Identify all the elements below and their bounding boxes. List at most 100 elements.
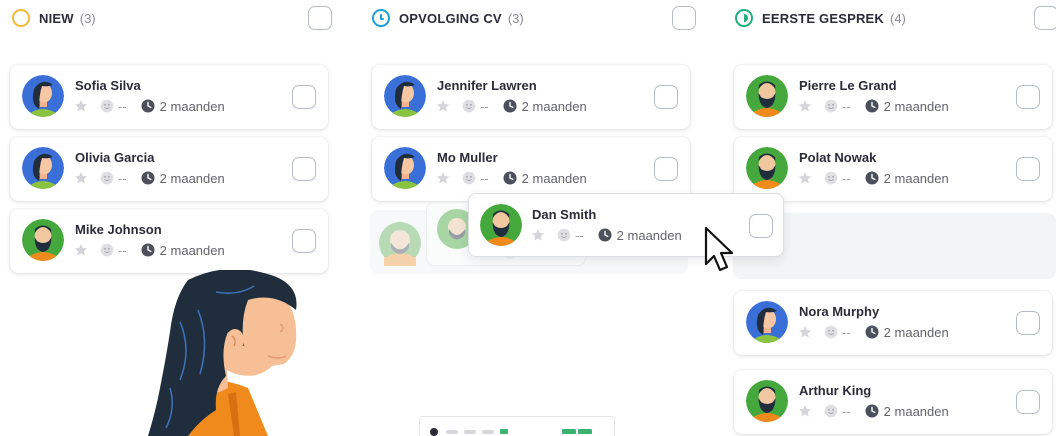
candidate-card[interactable]: Arthur King -- 2 maanden — [734, 370, 1052, 434]
duration-text: 2 maanden — [159, 242, 225, 258]
rating-value: -- — [118, 242, 127, 258]
column-header-followup: OPVOLGING CV (3) — [372, 6, 524, 30]
candidate-card[interactable]: Nora Murphy -- 2 maanden — [734, 291, 1052, 355]
avatar — [746, 301, 788, 343]
star-icon[interactable] — [74, 99, 88, 113]
smiley-icon — [462, 171, 476, 185]
rating-value: -- — [118, 98, 127, 114]
select-checkbox[interactable] — [749, 214, 773, 238]
candidate-card[interactable]: Polat Nowak -- 2 maanden — [734, 137, 1052, 201]
avatar — [480, 204, 522, 246]
column-select-checkbox-new[interactable] — [308, 6, 332, 30]
clock-icon — [598, 228, 612, 242]
clock-icon — [141, 99, 155, 113]
avatar — [746, 75, 788, 117]
duration-text: 2 maanden — [883, 403, 949, 419]
star-icon[interactable] — [798, 99, 812, 113]
candidate-card[interactable]: Sofia Silva -- 2 maanden — [10, 65, 328, 129]
candidate-meta: -- 2 maanden — [74, 98, 225, 114]
smiley-icon — [824, 99, 838, 113]
clock-icon — [503, 171, 517, 185]
candidate-name: Arthur King — [799, 383, 872, 398]
duration-text: 2 maanden — [521, 170, 587, 186]
candidate-card[interactable]: Mo Muller -- 2 maanden — [372, 137, 690, 201]
candidate-name: Nora Murphy — [799, 304, 880, 319]
select-checkbox[interactable] — [1016, 390, 1040, 414]
avatar — [22, 147, 64, 189]
column-header-new: NIEW (3) — [12, 6, 96, 30]
candidate-meta: -- 2 maanden — [74, 170, 225, 186]
avatar — [746, 147, 788, 189]
candidate-name: Dan Smith — [532, 207, 597, 222]
rating-value: -- — [842, 324, 851, 340]
select-checkbox[interactable] — [1016, 85, 1040, 109]
clock-icon — [865, 404, 879, 418]
candidate-meta: -- 2 maanden — [798, 98, 949, 114]
column-title: NIEW — [39, 10, 74, 26]
candidate-card[interactable]: Pierre Le Grand -- 2 maanden — [734, 65, 1052, 129]
duration-text: 2 maanden — [883, 324, 949, 340]
candidate-card[interactable]: Mike Johnson -- 2 maanden — [10, 209, 328, 273]
duration-text: 2 maanden — [159, 170, 225, 186]
rating-value: -- — [480, 170, 489, 186]
clock-icon — [865, 171, 879, 185]
clock-icon — [141, 243, 155, 257]
smiley-icon — [100, 243, 114, 257]
duration-text: 2 maanden — [521, 98, 587, 114]
select-checkbox[interactable] — [292, 85, 316, 109]
column-title: EERSTE GESPREK — [762, 10, 884, 26]
select-checkbox[interactable] — [654, 85, 678, 109]
select-checkbox[interactable] — [292, 229, 316, 253]
column-header-interview: EERSTE GESPREK (4) — [735, 6, 906, 30]
star-icon[interactable] — [436, 171, 450, 185]
candidate-card[interactable]: Jennifer Lawren -- 2 maanden — [372, 65, 690, 129]
rating-value: -- — [842, 403, 851, 419]
smiley-icon — [100, 171, 114, 185]
duration-text: 2 maanden — [159, 98, 225, 114]
candidate-card[interactable]: Olivia Garcia -- 2 maanden — [10, 137, 328, 201]
rating-value: -- — [575, 227, 584, 243]
column-select-checkbox-followup[interactable] — [672, 6, 696, 30]
candidate-name: Polat Nowak — [799, 150, 877, 165]
candidate-name: Olivia Garcia — [75, 150, 155, 165]
rating-value: -- — [118, 170, 127, 186]
clock-icon — [865, 99, 879, 113]
star-icon[interactable] — [798, 325, 812, 339]
smiley-icon — [824, 171, 838, 185]
candidate-name: Mo Muller — [437, 150, 498, 165]
candidate-meta: -- 2 maanden — [798, 403, 949, 419]
column-title: OPVOLGING CV — [399, 10, 502, 26]
smiley-icon — [824, 325, 838, 339]
avatar — [22, 75, 64, 117]
star-icon[interactable] — [798, 171, 812, 185]
avatar — [746, 380, 788, 422]
star-icon[interactable] — [74, 243, 88, 257]
select-checkbox[interactable] — [292, 157, 316, 181]
woman-illustration — [148, 270, 297, 436]
candidate-name: Jennifer Lawren — [437, 78, 537, 93]
candidate-name: Pierre Le Grand — [799, 78, 897, 93]
smiley-icon — [462, 99, 476, 113]
avatar — [384, 147, 426, 189]
column-select-checkbox-interview[interactable] — [1034, 6, 1056, 30]
mouse-pointer-icon — [704, 226, 734, 272]
app-preview-thumbnail — [419, 416, 615, 436]
star-icon[interactable] — [74, 171, 88, 185]
candidate-meta: -- 2 maanden — [436, 98, 587, 114]
column-count: (3) — [79, 10, 96, 26]
candidate-name: Sofia Silva — [75, 78, 141, 93]
candidate-name: Mike Johnson — [75, 222, 162, 237]
candidate-meta: -- 2 maanden — [531, 227, 682, 243]
star-icon[interactable] — [798, 404, 812, 418]
smiley-icon — [824, 404, 838, 418]
star-icon[interactable] — [436, 99, 450, 113]
candidate-meta: -- 2 maanden — [436, 170, 587, 186]
select-checkbox[interactable] — [654, 157, 678, 181]
status-followup-icon — [372, 9, 390, 27]
select-checkbox[interactable] — [1016, 311, 1040, 335]
clock-icon — [141, 171, 155, 185]
status-interview-icon — [735, 9, 753, 27]
column-count: (4) — [890, 10, 906, 26]
star-icon[interactable] — [531, 228, 545, 242]
select-checkbox[interactable] — [1016, 157, 1040, 181]
